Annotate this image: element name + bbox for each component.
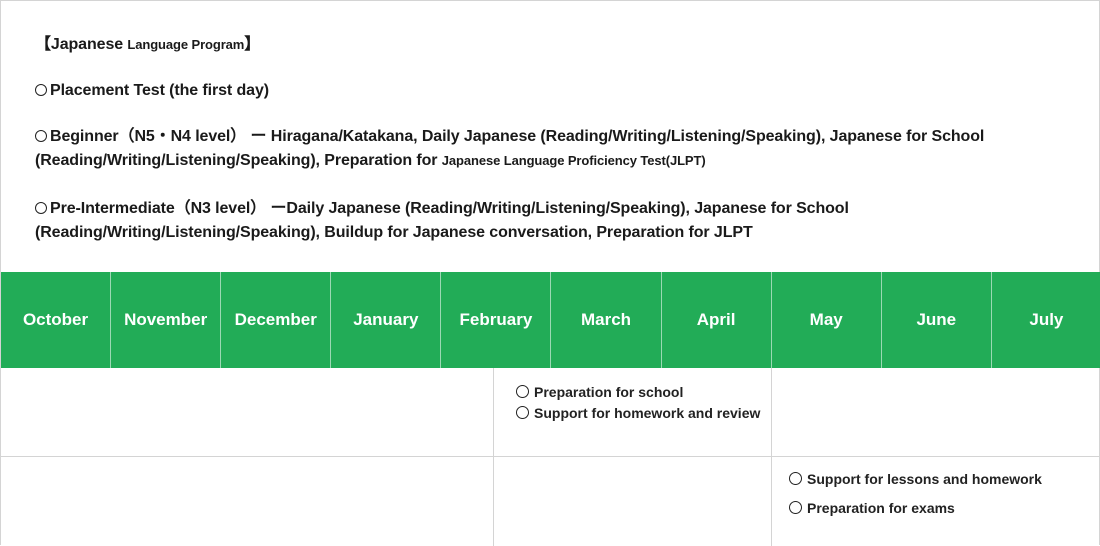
beginner-text-2: (Reading/Writing/Listening/Speaking), Pr…	[35, 152, 442, 169]
month-june: June	[882, 272, 992, 368]
schedule-item-exams: Preparation for exams	[789, 500, 955, 516]
month-january: January	[331, 272, 442, 368]
heading-small-text: Language Program	[127, 37, 245, 52]
preintermediate-line-1: Pre-Intermediate（N3 level） ーDaily Japane…	[35, 197, 849, 221]
month-header-bar: October November December January Februa…	[1, 272, 1100, 368]
circle-bullet-icon	[35, 130, 47, 142]
heading-text: 【Japanese	[35, 36, 128, 53]
month-may: May	[772, 272, 882, 368]
circle-bullet-icon	[516, 406, 529, 419]
jlpt-small-text: Japanese Language Proficiency Test(JLPT)	[441, 153, 706, 168]
month-march: March	[551, 272, 662, 368]
program-heading: 【Japanese Language Program】	[35, 33, 260, 57]
month-february: February	[441, 272, 552, 368]
circle-bullet-icon	[35, 202, 47, 214]
beginner-line-2: (Reading/Writing/Listening/Speaking), Pr…	[35, 149, 706, 173]
heading-close-bracket: 】	[244, 36, 261, 53]
month-november: November	[111, 272, 222, 368]
schedule-item-text: Preparation for exams	[807, 500, 955, 516]
schedule-item-lessons-homework: Support for lessons and homework	[789, 471, 1042, 487]
schedule-item-text: Preparation for school	[534, 384, 684, 400]
beginner-line-1: Beginner（N5・N4 level） ー Hiragana/Katakan…	[35, 125, 984, 149]
placement-test-text: Placement Test (the first day)	[50, 82, 269, 99]
month-april: April	[662, 272, 772, 368]
row-divider	[1, 456, 1100, 457]
circle-bullet-icon	[789, 501, 802, 514]
circle-bullet-icon	[789, 472, 802, 485]
month-december: December	[221, 272, 332, 368]
schedule-item-text: Support for lessons and homework	[807, 471, 1042, 487]
circle-bullet-icon	[35, 84, 47, 96]
schedule-item-homework-review: Support for homework and review	[516, 405, 760, 421]
month-july: July	[1029, 310, 1064, 329]
preintermediate-text-2: (Reading/Writing/Listening/Speaking), Bu…	[35, 224, 753, 241]
preintermediate-text-1: Pre-Intermediate（N3 level） ーDaily Japane…	[50, 200, 849, 217]
circle-bullet-icon	[516, 385, 529, 398]
month-october: October	[1, 272, 112, 368]
placement-test-line: Placement Test (the first day)	[35, 79, 269, 103]
schedule-item-text: Support for homework and review	[534, 405, 761, 421]
schedule-item-preparation-school: Preparation for school	[516, 384, 683, 400]
schedule-grid: Preparation for school Support for homew…	[1, 368, 1100, 546]
column-divider	[771, 368, 772, 546]
program-description: 【Japanese Language Program】 Placement Te…	[1, 1, 1100, 272]
program-schedule: 【Japanese Language Program】 Placement Te…	[0, 0, 1100, 546]
beginner-text-1: Beginner（N5・N4 level） ー Hiragana/Katakan…	[50, 128, 985, 145]
column-divider	[493, 368, 494, 546]
preintermediate-line-2: (Reading/Writing/Listening/Speaking), Bu…	[35, 221, 753, 245]
